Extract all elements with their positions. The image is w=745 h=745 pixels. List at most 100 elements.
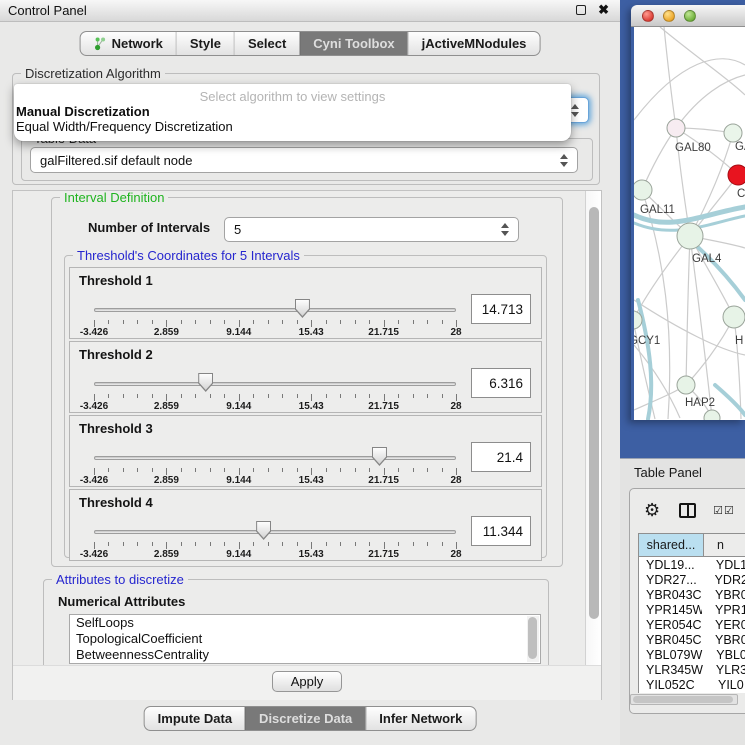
stepper-icon [501,223,509,236]
threshold-value-input[interactable]: 21.4 [471,442,531,472]
tick-label: 9.144 [226,401,251,412]
tick-mark [195,320,196,324]
tick-mark [456,320,457,327]
float-icon[interactable] [576,5,586,15]
threshold-value-input[interactable]: 6.316 [471,368,531,398]
column-header-shared-name[interactable]: shared... [639,534,704,556]
slider-handle[interactable] [372,447,387,466]
algorithm-dropdown-popup: Select algorithm to view settings Manual… [14,84,571,141]
tick-mark [456,468,457,475]
tick-label: 28 [450,401,461,412]
tab-discretize-data[interactable]: Discretize Data [245,707,365,730]
tick-mark [268,320,269,324]
tick-mark [123,542,124,546]
column-checkbox-icons[interactable]: ☑☑ [713,504,735,517]
tick-mark [94,394,95,401]
list-scrollbar[interactable] [527,616,539,662]
tick-mark [224,320,225,324]
tick-mark [181,394,182,398]
threshold-slider[interactable]: -3.4262.8599.14415.4321.71528 [94,268,456,338]
list-item[interactable]: BetweennessCentrality [70,647,540,663]
table-row[interactable]: YER054CYER0 [639,617,745,632]
node-table: shared... n YDL19...YDL1YDR27...YDR2YBR0… [638,533,745,693]
tick-mark [340,468,341,472]
network-canvas[interactable]: GAL80GACGAL11GAL4GCY1HHAP2 [634,27,745,420]
split-view-icon[interactable] [679,503,696,518]
tick-mark [195,542,196,546]
tab-cyni-toolbox[interactable]: Cyni Toolbox [299,32,407,55]
network-node[interactable] [723,306,745,328]
apply-button[interactable]: Apply [272,671,343,692]
tab-select[interactable]: Select [234,32,299,55]
tick-mark [442,468,443,472]
tick-mark [239,320,240,327]
tick-label: 21.715 [368,549,399,560]
threshold-slider[interactable]: -3.4262.8599.14415.4321.71528 [94,342,456,412]
threshold-slider[interactable]: -3.4262.8599.14415.4321.71528 [94,490,456,560]
tick-label: 28 [450,327,461,338]
tick-label: 2.859 [154,549,179,560]
slider-handle[interactable] [256,521,271,540]
network-node[interactable] [724,124,742,142]
tick-mark [268,468,269,472]
close-icon[interactable]: ✖ [598,2,609,18]
slider-track[interactable] [94,308,456,312]
slider-track[interactable] [94,530,456,534]
tab-infer-network[interactable]: Infer Network [365,707,475,730]
slider-track[interactable] [94,382,456,386]
network-window-titlebar [631,5,745,27]
dropdown-option-equal-width[interactable]: Equal Width/Frequency Discretization [14,119,571,134]
table-data-combobox[interactable]: galFiltered.sif default node [30,147,578,173]
slider-handle[interactable] [295,299,310,318]
vertical-scrollbar[interactable] [585,191,601,699]
tick-mark [413,542,414,546]
stepper-icon [571,104,579,117]
tab-label: Discretize Data [259,711,352,726]
tab-impute-data[interactable]: Impute Data [145,707,245,730]
tick-mark [369,542,370,546]
gear-icon[interactable]: ⚙ [644,500,660,521]
network-view-window: GAL80GACGAL11GAL4GCY1HHAP2 [631,5,745,420]
network-node[interactable] [728,165,745,185]
network-node[interactable] [677,223,703,249]
tick-label: 9.144 [226,475,251,486]
threshold-value-input[interactable]: 14.713 [471,294,531,324]
list-item[interactable]: SelfLoops [70,615,540,631]
network-node[interactable] [634,180,652,200]
cell-name: YPR1 [702,603,745,617]
tab-jactivemnodules[interactable]: jActiveMNodules [408,32,540,55]
column-header-name[interactable]: n [704,534,745,556]
numerical-attributes-list[interactable]: SelfLoopsTopologicalCoefficientBetweenne… [69,614,541,664]
network-node[interactable] [677,376,695,394]
threshold-slider[interactable]: -3.4262.8599.14415.4321.71528 [94,416,456,486]
tab-style[interactable]: Style [176,32,234,55]
list-item[interactable]: TopologicalCoefficient [70,631,540,647]
horizontal-scrollbar[interactable] [630,694,738,705]
mac-close-button[interactable] [642,10,654,22]
table-row[interactable]: YPR145WYPR1 [639,602,745,617]
table-row[interactable]: YBR043CYBR0 [639,587,745,602]
slider-handle[interactable] [198,373,213,392]
threshold-value-input[interactable]: 11.344 [471,516,531,546]
mac-minimize-button[interactable] [663,10,675,22]
tick-mark [152,542,153,546]
table-row[interactable]: YDL19...YDL1 [639,557,745,572]
tick-mark [152,468,153,472]
network-node[interactable] [704,410,720,420]
table-row[interactable]: YBL079WYBL0 [639,647,745,662]
table-row[interactable]: YIL052CYIL0 [639,677,745,692]
tick-mark [398,542,399,546]
tick-mark [369,468,370,472]
table-row[interactable]: YDR27...YDR2 [639,572,745,587]
network-node[interactable] [667,119,685,137]
table-row[interactable]: YBR045CYBR0 [639,632,745,647]
tick-mark [239,542,240,549]
mac-zoom-button[interactable] [684,10,696,22]
num-intervals-combobox[interactable]: 5 [224,217,519,242]
tick-mark [355,320,356,324]
slider-track[interactable] [94,456,456,460]
table-row[interactable]: YLR345WYLR3 [639,662,745,677]
table-toolbar: ⚙ ☑☑ [630,489,735,531]
tab-network[interactable]: Network [81,32,176,55]
dropdown-option-manual[interactable]: Manual Discretization [14,104,571,119]
